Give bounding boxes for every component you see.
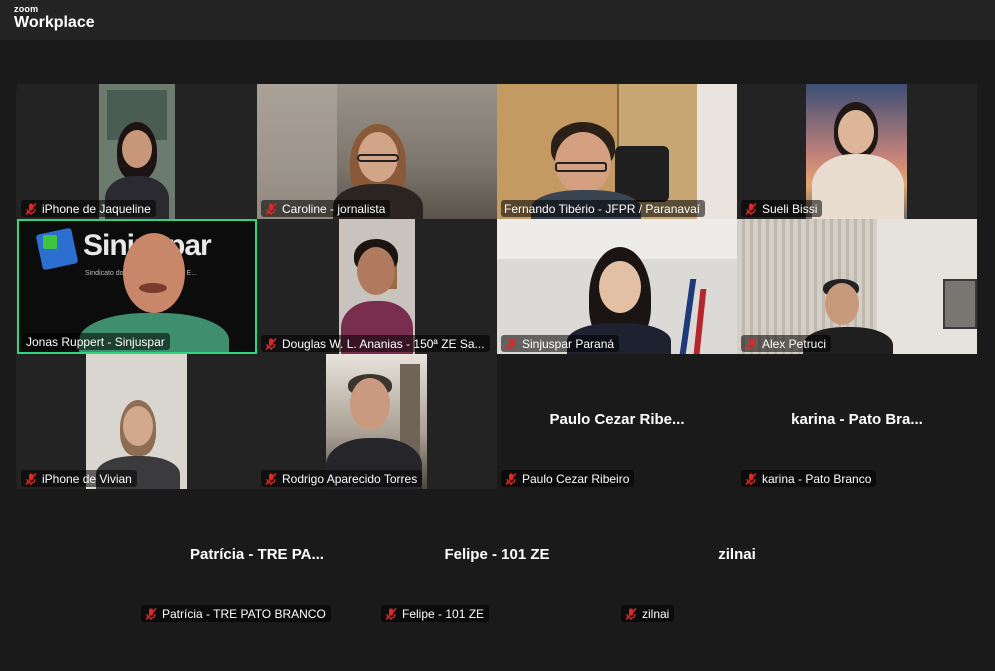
participant-video xyxy=(497,84,737,219)
participant-name: iPhone de Jaqueline xyxy=(42,201,151,216)
participant-tile[interactable]: karina - Pato Bra... karina - Pato Branc… xyxy=(737,354,977,489)
participant-name: karina - Pato Branco xyxy=(762,471,872,486)
participant-name-tag: Jonas Ruppert - Sinjuspar xyxy=(23,333,170,350)
mic-muted-icon xyxy=(385,607,397,620)
participant-name-tag: Paulo Cezar Ribeiro xyxy=(501,470,635,487)
participant-name-tag: Sueli Bissi xyxy=(741,200,823,217)
participant-name: iPhone de Vivian xyxy=(42,471,132,486)
participant-tile[interactable]: Fernando Tibério - JFPR / Paranavaí xyxy=(497,84,737,219)
participant-video xyxy=(339,219,415,354)
participant-video xyxy=(806,84,907,219)
participant-display-name: Patrícia - TRE PA... xyxy=(190,546,324,563)
participant-tile[interactable]: Sinjuspar Paraná xyxy=(497,219,737,354)
participant-tile[interactable]: iPhone de Vivian xyxy=(17,354,257,489)
mic-muted-icon xyxy=(745,472,757,485)
participant-name: Patrícia - TRE PATO BRANCO xyxy=(162,606,326,621)
participant-display-name: karina - Pato Bra... xyxy=(791,411,923,428)
participant-tile[interactable]: Rodrigo Aparecido Torres xyxy=(257,354,497,489)
participant-name-tag: Rodrigo Aparecido Torres xyxy=(261,470,423,487)
participant-tile[interactable]: Paulo Cezar Ribe... Paulo Cezar Ribeiro xyxy=(497,354,737,489)
participant-name-tag: Alex Petruci xyxy=(741,335,832,352)
participant-name-tag: Sinjuspar Paraná xyxy=(501,335,620,352)
participant-tile[interactable]: Felipe - 101 ZE Felipe - 101 ZE xyxy=(377,489,617,624)
mic-muted-icon xyxy=(145,607,157,620)
participant-name: Paulo Cezar Ribeiro xyxy=(522,471,630,486)
participant-name: Felipe - 101 ZE xyxy=(402,606,485,621)
participant-name-tag: Fernando Tibério - JFPR / Paranavaí xyxy=(501,200,706,217)
participant-display-name: Felipe - 101 ZE xyxy=(444,546,550,563)
mic-muted-icon xyxy=(745,337,757,350)
participant-tile[interactable]: Caroline - jornalista xyxy=(257,84,497,219)
mic-muted-icon xyxy=(25,472,37,485)
participant-name-tag: Patrícia - TRE PATO BRANCO xyxy=(141,605,331,622)
participant-name: Caroline - jornalista xyxy=(282,201,386,216)
mic-muted-icon xyxy=(265,202,277,215)
mic-muted-icon xyxy=(505,472,517,485)
participant-name-tag: Caroline - jornalista xyxy=(261,200,391,217)
sinjuspar-logo-icon xyxy=(35,227,79,271)
mic-muted-icon xyxy=(265,472,277,485)
participant-name-tag: iPhone de Jaqueline xyxy=(21,200,156,217)
participant-name-tag: karina - Pato Branco xyxy=(741,470,877,487)
participant-tile-active-speaker[interactable]: Sinjuspar Sindicato do... Justiça Federa… xyxy=(17,219,257,354)
mic-muted-icon xyxy=(745,202,757,215)
participant-name-tag: Felipe - 101 ZE xyxy=(381,605,490,622)
participant-video xyxy=(86,354,187,489)
participant-name-tag: zilnai xyxy=(621,605,675,622)
participant-name: Alex Petruci xyxy=(762,336,827,351)
participant-tile[interactable]: zilnai zilnai xyxy=(617,489,857,624)
participant-name: Jonas Ruppert - Sinjuspar xyxy=(26,334,165,349)
title-bar: zoom Workplace xyxy=(0,0,995,40)
mic-muted-icon xyxy=(625,607,637,620)
participant-video xyxy=(326,354,427,489)
mic-muted-icon xyxy=(265,337,277,350)
participant-name: Rodrigo Aparecido Torres xyxy=(282,471,418,486)
participant-tile[interactable]: iPhone de Jaqueline xyxy=(17,84,257,219)
participant-video xyxy=(257,84,497,219)
participant-name: zilnai xyxy=(642,606,670,621)
participant-display-name: Paulo Cezar Ribe... xyxy=(549,411,685,428)
participant-name: Sinjuspar Paraná xyxy=(522,336,615,351)
participant-tile[interactable]: Douglas W. L. Ananias - 150ª ZE Sa... xyxy=(257,219,497,354)
participant-tile[interactable]: Sueli Bissi xyxy=(737,84,977,219)
participant-video xyxy=(99,84,175,219)
participant-video xyxy=(737,219,977,354)
mic-muted-icon xyxy=(25,202,37,215)
participant-tile[interactable]: Patrícia - TRE PA... Patrícia - TRE PATO… xyxy=(137,489,377,624)
zoom-logo-text: zoom xyxy=(14,4,39,14)
participant-video xyxy=(497,219,737,354)
participant-name: Fernando Tibério - JFPR / Paranavaí xyxy=(504,201,701,216)
participant-tile[interactable]: Alex Petruci xyxy=(737,219,977,354)
app-title: Workplace xyxy=(14,14,95,31)
participant-name-tag: iPhone de Vivian xyxy=(21,470,137,487)
participant-name: Sueli Bissi xyxy=(762,201,818,216)
mic-muted-icon xyxy=(505,337,517,350)
participant-display-name: zilnai xyxy=(718,546,756,563)
participant-name: Douglas W. L. Ananias - 150ª ZE Sa... xyxy=(282,336,485,351)
participant-name-tag: Douglas W. L. Ananias - 150ª ZE Sa... xyxy=(261,335,490,352)
